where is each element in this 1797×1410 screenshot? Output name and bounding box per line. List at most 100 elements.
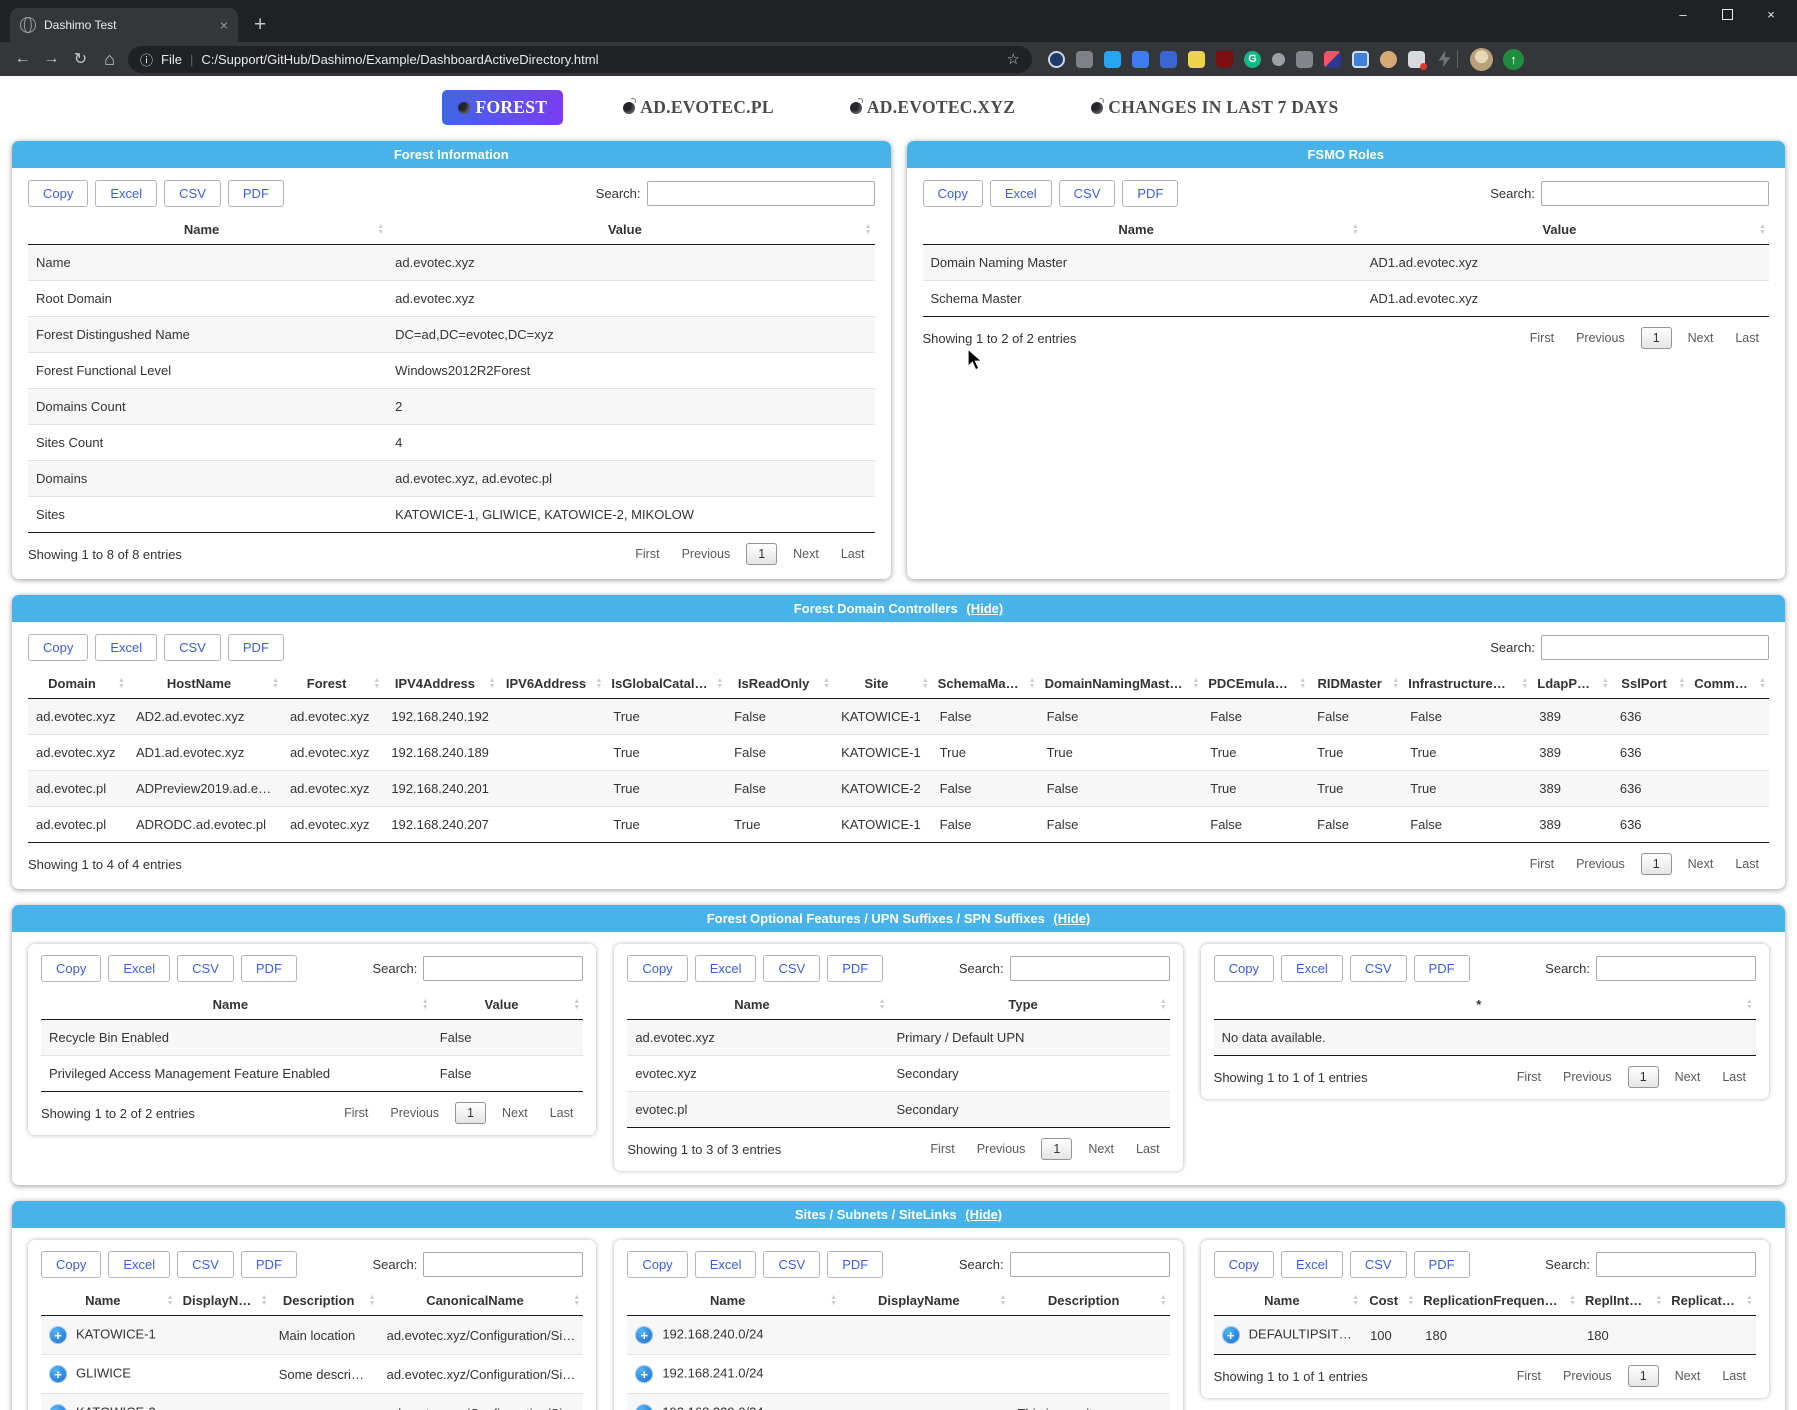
column-header-replinterval[interactable]: ReplInterval bbox=[1579, 1286, 1665, 1316]
pdf-button[interactable]: PDF bbox=[228, 634, 284, 661]
expand-row-icon[interactable]: + bbox=[1222, 1326, 1240, 1344]
column-header-name[interactable]: Name bbox=[41, 1286, 177, 1316]
copy-button[interactable]: Copy bbox=[1214, 1251, 1274, 1278]
excel-button[interactable]: Excel bbox=[990, 180, 1052, 207]
search-input[interactable] bbox=[1010, 956, 1170, 981]
pdf-tools-icon[interactable] bbox=[1324, 51, 1341, 68]
pagination-last[interactable]: Last bbox=[1712, 1365, 1756, 1387]
column-header-pdcemulator[interactable]: PDCEmulator bbox=[1202, 669, 1309, 699]
column-header-displayname[interactable]: DisplayName bbox=[177, 1286, 271, 1316]
expand-row-icon[interactable]: + bbox=[635, 1365, 653, 1383]
pagination-last[interactable]: Last bbox=[540, 1102, 584, 1124]
pagination-previous[interactable]: Previous bbox=[1553, 1066, 1622, 1088]
address-bar[interactable]: ⓘ File | C:/Support/GitHub/Dashimo/Examp… bbox=[128, 46, 1032, 73]
translate-icon[interactable] bbox=[1132, 51, 1149, 68]
tab-ad-evotec-xyz[interactable]: AD.EVOTEC.XYZ bbox=[834, 90, 1031, 125]
pagination-page-1[interactable]: 1 bbox=[746, 543, 777, 565]
copy-button[interactable]: Copy bbox=[28, 180, 88, 207]
csv-button[interactable]: CSV bbox=[164, 180, 221, 207]
excel-button[interactable]: Excel bbox=[1281, 1251, 1343, 1278]
copy-button[interactable]: Copy bbox=[1214, 955, 1274, 982]
csv-button[interactable]: CSV bbox=[1350, 955, 1407, 982]
pdf-button[interactable]: PDF bbox=[1414, 1251, 1470, 1278]
column-header-ldapport[interactable]: LdapPort bbox=[1531, 669, 1612, 699]
search-input[interactable] bbox=[423, 956, 583, 981]
pagination-first[interactable]: First bbox=[1507, 1365, 1551, 1387]
excel-button[interactable]: Excel bbox=[95, 634, 157, 661]
pagination-page-1[interactable]: 1 bbox=[1628, 1066, 1659, 1088]
column-header-ipv4address[interactable]: IPV4Address bbox=[383, 669, 498, 699]
excel-button[interactable]: Excel bbox=[108, 955, 170, 982]
windows-icon[interactable] bbox=[1104, 51, 1121, 68]
reload-icon[interactable]: ↻ bbox=[66, 49, 95, 69]
pagination-next[interactable]: Next bbox=[1665, 1066, 1711, 1088]
column-header-cost[interactable]: Cost bbox=[1362, 1286, 1417, 1316]
tab-ad-evotec-pl[interactable]: AD.EVOTEC.PL bbox=[607, 90, 790, 125]
column-header-name[interactable]: Name bbox=[627, 990, 888, 1020]
pagination-next[interactable]: Next bbox=[1665, 1365, 1711, 1387]
column-header-forest[interactable]: Forest bbox=[282, 669, 383, 699]
copy-button[interactable]: Copy bbox=[923, 180, 983, 207]
search-input[interactable] bbox=[1541, 635, 1769, 660]
pagination-last[interactable]: Last bbox=[1725, 327, 1769, 349]
column-header-comment[interactable]: Comment bbox=[1688, 669, 1769, 699]
page-info-icon[interactable]: ⓘ bbox=[140, 50, 153, 69]
pagination-last[interactable]: Last bbox=[1725, 853, 1769, 875]
csv-button[interactable]: CSV bbox=[177, 1251, 234, 1278]
pagination-first[interactable]: First bbox=[1520, 853, 1564, 875]
ublock-icon[interactable] bbox=[1216, 51, 1233, 68]
pdf-button[interactable]: PDF bbox=[241, 1251, 297, 1278]
pagination-next[interactable]: Next bbox=[1678, 327, 1724, 349]
copy-pages-icon[interactable] bbox=[1188, 51, 1205, 68]
pagination-first[interactable]: First bbox=[1507, 1066, 1551, 1088]
window-close-button[interactable]: × bbox=[1749, 0, 1793, 28]
expand-row-icon[interactable]: + bbox=[635, 1326, 653, 1344]
window-minimize-button[interactable]: – bbox=[1661, 0, 1705, 28]
column-header-displayname[interactable]: DisplayName bbox=[840, 1286, 1010, 1316]
tab-forest[interactable]: FOREST bbox=[442, 90, 563, 125]
excel-button[interactable]: Excel bbox=[108, 1251, 170, 1278]
column-header-type[interactable]: Type bbox=[889, 990, 1170, 1020]
csv-button[interactable]: CSV bbox=[763, 955, 820, 982]
expand-row-icon[interactable]: + bbox=[49, 1365, 67, 1383]
pagination-first[interactable]: First bbox=[920, 1138, 964, 1160]
column-header-ridmaster[interactable]: RIDMaster bbox=[1309, 669, 1402, 699]
column-header-name[interactable]: Name bbox=[627, 1286, 840, 1316]
pagination-first[interactable]: First bbox=[625, 543, 669, 565]
column-header-name[interactable]: Name bbox=[28, 215, 387, 245]
excel-button[interactable]: Excel bbox=[95, 180, 157, 207]
excel-button[interactable]: Excel bbox=[695, 1251, 757, 1278]
expand-row-icon[interactable]: + bbox=[635, 1404, 653, 1410]
bookmark-star-icon[interactable]: ☆ bbox=[1007, 50, 1020, 68]
copy-button[interactable]: Copy bbox=[41, 1251, 101, 1278]
excel-button[interactable]: Excel bbox=[1281, 955, 1343, 982]
grammarly-icon[interactable]: G bbox=[1244, 51, 1261, 68]
csv-button[interactable]: CSV bbox=[1350, 1251, 1407, 1278]
pagination-next[interactable]: Next bbox=[1678, 853, 1724, 875]
csv-button[interactable]: CSV bbox=[1059, 180, 1116, 207]
column-header-value[interactable]: Value bbox=[1362, 215, 1769, 245]
pagination-last[interactable]: Last bbox=[831, 543, 875, 565]
column-header-replicationfrequencyinminutes[interactable]: ReplicationFrequencyInMinutes bbox=[1417, 1286, 1579, 1316]
copy-button[interactable]: Copy bbox=[28, 634, 88, 661]
pdf-button[interactable]: PDF bbox=[1122, 180, 1178, 207]
column-header-name[interactable]: Name bbox=[1214, 1286, 1362, 1316]
column-header-hostname[interactable]: HostName bbox=[128, 669, 282, 699]
pagination-last[interactable]: Last bbox=[1126, 1138, 1170, 1160]
expand-row-icon[interactable]: + bbox=[49, 1326, 67, 1344]
tab-changes-last-7-days[interactable]: CHANGES IN LAST 7 DAYS bbox=[1075, 90, 1354, 125]
column-header-name[interactable]: Name bbox=[41, 990, 432, 1020]
column-header-site[interactable]: Site bbox=[833, 669, 932, 699]
search-input[interactable] bbox=[1596, 1252, 1756, 1277]
persona-icon[interactable] bbox=[1380, 51, 1397, 68]
tasks-icon[interactable] bbox=[1408, 51, 1425, 68]
copy-button[interactable]: Copy bbox=[41, 955, 101, 982]
column-header-isglobalcatalog[interactable]: IsGlobalCatalog bbox=[605, 669, 726, 699]
column-header-schemamaster[interactable]: SchemaMaster bbox=[932, 669, 1039, 699]
csv-button[interactable]: CSV bbox=[763, 1251, 820, 1278]
copy-button[interactable]: Copy bbox=[627, 1251, 687, 1278]
onepassword-icon[interactable] bbox=[1048, 51, 1065, 68]
pagination-previous[interactable]: Previous bbox=[967, 1138, 1036, 1160]
column-header-description[interactable]: Description bbox=[271, 1286, 379, 1316]
pdf-button[interactable]: PDF bbox=[1414, 955, 1470, 982]
